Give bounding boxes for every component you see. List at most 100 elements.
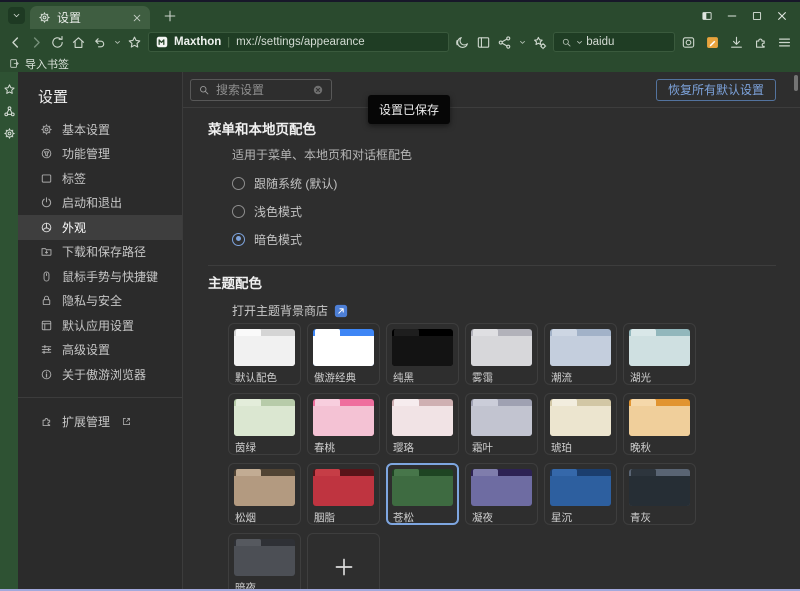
theme-thumbnail bbox=[629, 329, 690, 366]
menu-icon[interactable] bbox=[777, 35, 792, 50]
import-bookmarks-button[interactable]: 导入书签 bbox=[25, 56, 69, 72]
theme-card[interactable]: 璎珞 bbox=[386, 393, 459, 455]
notes-icon[interactable] bbox=[705, 35, 720, 50]
theme-card[interactable]: 雾霭 bbox=[465, 323, 538, 385]
minimize-icon[interactable] bbox=[726, 10, 738, 22]
caret-down-icon[interactable] bbox=[114, 39, 121, 46]
new-tab-button[interactable] bbox=[163, 9, 177, 23]
theme-card[interactable]: 茵绿 bbox=[228, 393, 301, 455]
color-mode-radio-group: 跟随系统 (默认) 浅色模式 暗色模式 bbox=[208, 169, 776, 253]
sidebar-item-apps[interactable]: 默认应用设置 bbox=[18, 313, 182, 338]
tab-list-button[interactable] bbox=[8, 7, 25, 24]
theme-thumbnail bbox=[471, 469, 532, 506]
theme-thumbnail bbox=[234, 399, 295, 436]
theme-card[interactable]: 霜叶 bbox=[465, 393, 538, 455]
search-engine-value: baidu bbox=[586, 36, 614, 48]
theme-card[interactable]: 青灰 bbox=[623, 463, 696, 525]
sidebar-item-lock[interactable]: 隐私与安全 bbox=[18, 289, 182, 314]
favorites-gear-icon[interactable] bbox=[532, 35, 547, 50]
sidebar-item-extensions[interactable]: 扩展管理 bbox=[18, 408, 182, 436]
clear-search-icon[interactable] bbox=[312, 84, 324, 96]
search-placeholder: 搜索设置 bbox=[216, 81, 306, 98]
theme-card[interactable]: 湖光 bbox=[623, 323, 696, 385]
sidebar-item-folder[interactable]: 下载和保存路径 bbox=[18, 240, 182, 265]
theme-card[interactable]: 傲游经典 bbox=[307, 323, 380, 385]
theme-card[interactable]: 暗夜 bbox=[228, 533, 301, 589]
settings-saved-toast: 设置已保存 bbox=[368, 95, 450, 124]
theme-card[interactable]: 纯黑 bbox=[386, 323, 459, 385]
maximize-icon[interactable] bbox=[751, 10, 763, 22]
theme-name: 雾霭 bbox=[472, 370, 532, 385]
tab-close-icon[interactable] bbox=[132, 13, 142, 23]
rail-star-icon[interactable] bbox=[3, 83, 16, 96]
screenshot-icon[interactable] bbox=[681, 35, 696, 50]
sidebar-item-info[interactable]: 关于傲游浏览器 bbox=[18, 362, 182, 387]
content-header: 搜索设置 恢复所有默认设置 bbox=[183, 72, 800, 108]
rail-gear-icon[interactable] bbox=[3, 127, 16, 140]
rail-molecule-icon[interactable] bbox=[3, 105, 16, 118]
section-title-menu-colors: 菜单和本地页配色 bbox=[208, 122, 776, 138]
share-icon[interactable] bbox=[497, 35, 512, 50]
theme-thumbnail bbox=[234, 329, 295, 366]
sidebar-item-label: 扩展管理 bbox=[62, 413, 110, 430]
search-settings-input[interactable]: 搜索设置 bbox=[190, 79, 332, 101]
address-bar[interactable]: Maxthon | mx://settings/appearance bbox=[148, 32, 449, 52]
url-text: mx://settings/appearance bbox=[236, 36, 365, 48]
close-icon[interactable] bbox=[776, 10, 788, 22]
theme-card[interactable]: 松烟 bbox=[228, 463, 301, 525]
theme-card[interactable]: 潮流 bbox=[544, 323, 617, 385]
sidebar-item-funnel[interactable]: 功能管理 bbox=[18, 142, 182, 167]
theme-name: 苍松 bbox=[393, 510, 453, 525]
theme-card[interactable]: 琥珀 bbox=[544, 393, 617, 455]
toolbar-action-icons bbox=[681, 35, 792, 50]
funnel-icon bbox=[40, 147, 53, 160]
theme-thumbnail bbox=[392, 399, 453, 436]
night-mode-icon[interactable] bbox=[455, 35, 470, 50]
palette-icon bbox=[40, 221, 53, 234]
quick-search-box[interactable]: baidu bbox=[553, 32, 675, 52]
open-store-icon[interactable] bbox=[334, 304, 348, 318]
color-mode-option[interactable]: 暗色模式 bbox=[232, 225, 776, 253]
sidebar-item-power[interactable]: 启动和退出 bbox=[18, 191, 182, 216]
theme-card[interactable]: 苍松 bbox=[386, 463, 459, 525]
scrollbar-thumb[interactable] bbox=[794, 75, 798, 91]
star-icon[interactable] bbox=[127, 35, 142, 50]
radio-icon bbox=[232, 233, 245, 246]
theme-card[interactable]: 星沉 bbox=[544, 463, 617, 525]
sidebar-item-mouse[interactable]: 鼠标手势与快捷键 bbox=[18, 264, 182, 289]
sidebar-item-gear[interactable]: 基本设置 bbox=[18, 117, 182, 142]
download-icon[interactable] bbox=[729, 35, 744, 50]
active-tab[interactable]: 设置 bbox=[30, 6, 150, 29]
forward-icon[interactable] bbox=[29, 35, 44, 50]
home-icon[interactable] bbox=[71, 35, 86, 50]
undo-icon[interactable] bbox=[92, 35, 107, 50]
theme-card[interactable]: 凝夜 bbox=[465, 463, 538, 525]
theme-card[interactable]: 胭脂 bbox=[307, 463, 380, 525]
bookmarks-bar: 导入书签 bbox=[0, 55, 800, 72]
nav-icons bbox=[8, 35, 142, 50]
titlebar: 设置 bbox=[0, 2, 800, 29]
theme-store-link[interactable]: 打开主题背景商店 bbox=[232, 302, 776, 319]
theme-name: 默认配色 bbox=[235, 370, 295, 385]
window-panel-icon[interactable] bbox=[701, 10, 713, 22]
sidebar-item-tab[interactable]: 标签 bbox=[18, 166, 182, 191]
add-theme-card[interactable] bbox=[307, 533, 380, 589]
extensions-icon[interactable] bbox=[753, 35, 768, 50]
folder-icon bbox=[40, 245, 53, 258]
caret-down-icon[interactable] bbox=[519, 39, 526, 46]
theme-name: 凝夜 bbox=[472, 510, 532, 525]
color-mode-option[interactable]: 跟随系统 (默认) bbox=[232, 169, 776, 197]
sidebar-item-sliders[interactable]: 高级设置 bbox=[18, 338, 182, 363]
reader-mode-icon[interactable] bbox=[476, 35, 491, 50]
theme-thumbnail bbox=[313, 329, 374, 366]
theme-name: 春桃 bbox=[314, 440, 374, 455]
back-icon[interactable] bbox=[8, 35, 23, 50]
theme-card[interactable]: 默认配色 bbox=[228, 323, 301, 385]
restore-defaults-button[interactable]: 恢复所有默认设置 bbox=[656, 79, 776, 101]
theme-card[interactable]: 晚秋 bbox=[623, 393, 696, 455]
color-mode-option[interactable]: 浅色模式 bbox=[232, 197, 776, 225]
theme-card[interactable]: 春桃 bbox=[307, 393, 380, 455]
sidebar-item-palette[interactable]: 外观 bbox=[18, 215, 182, 240]
reload-icon[interactable] bbox=[50, 35, 65, 50]
theme-thumbnail bbox=[313, 469, 374, 506]
